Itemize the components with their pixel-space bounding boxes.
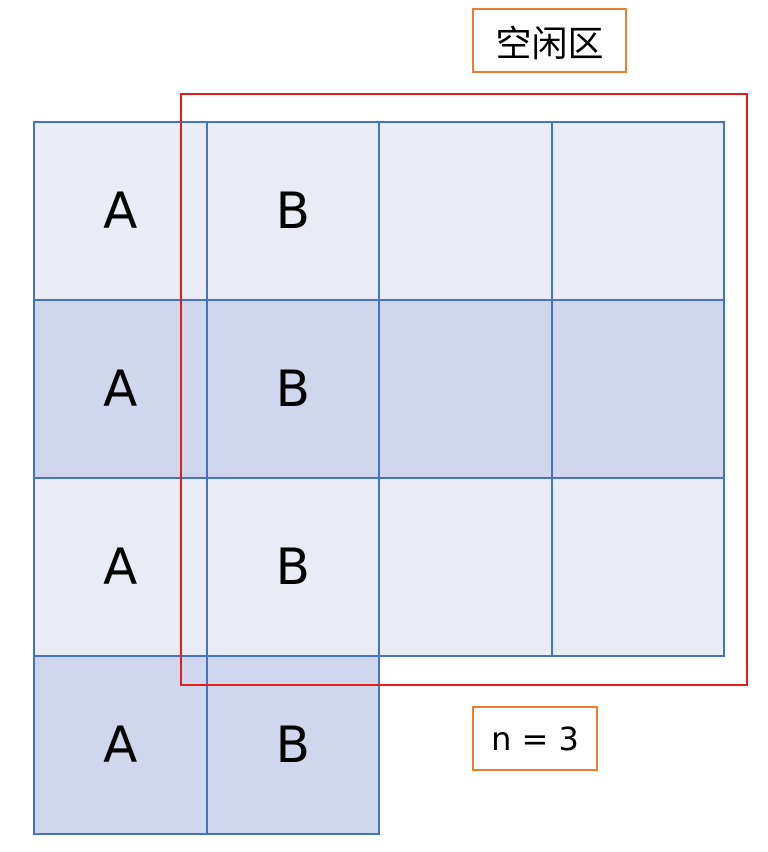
n-value-label: n = 3 [472,706,598,771]
grid-cell [378,299,553,479]
grid-cell: B [205,655,380,835]
grid-cell [378,477,553,657]
grid-cell: B [205,121,380,301]
grid-cell: A [33,121,208,301]
grid-cell: B [205,299,380,479]
grid-cell [550,299,725,479]
grid-cell: A [33,299,208,479]
grid-cell [550,477,725,657]
grid-cell [378,121,553,301]
free-area-label: 空闲区 [472,8,627,73]
grid-cell: A [33,477,208,657]
grid-cell [550,121,725,301]
memory-grid-diagram: ABABABAB 空闲区 n = 3 [0,0,768,852]
grid-cell: B [205,477,380,657]
grid-cell: A [33,655,208,835]
